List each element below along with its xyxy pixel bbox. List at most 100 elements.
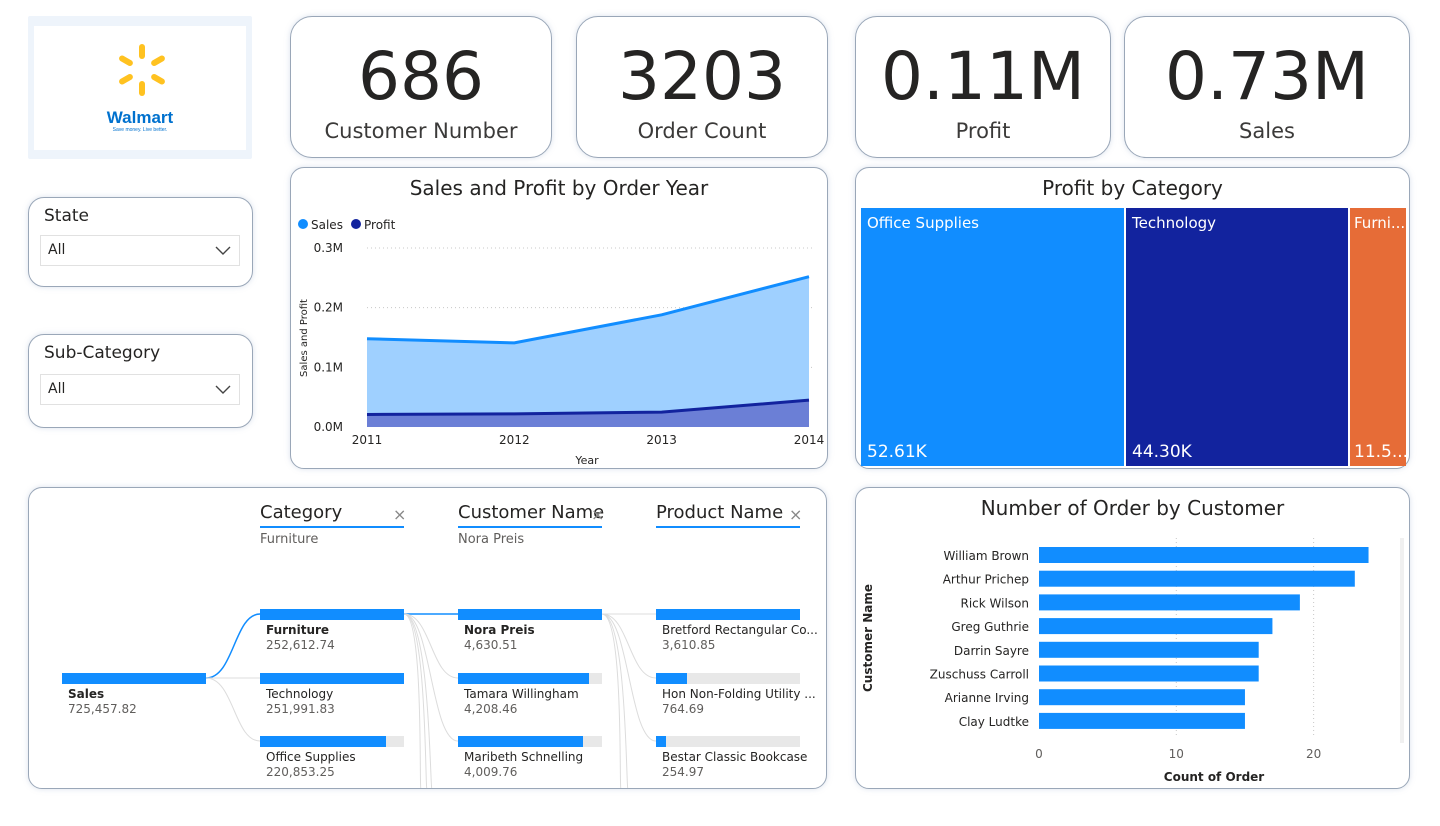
- x-tick-label: 2014: [794, 433, 825, 447]
- y-tick-label: 0.1M: [314, 360, 343, 374]
- legend-sales: Sales: [311, 218, 343, 232]
- category-node-value: 251,991.83: [266, 702, 335, 716]
- dropdown-value: All: [48, 242, 66, 258]
- kpi-label: Order Count: [637, 119, 767, 143]
- customer-node-bar: [458, 609, 602, 620]
- bar[interactable]: [1039, 712, 1245, 729]
- category-label: Zuschuss Carroll: [930, 668, 1029, 682]
- customer-node-bar: [458, 736, 583, 747]
- scrollbar[interactable]: [1400, 538, 1404, 743]
- kpi-label: Customer Number: [324, 119, 518, 143]
- state-dropdown[interactable]: All: [40, 235, 240, 266]
- legend-profit-marker: [351, 219, 361, 229]
- kpi-label: Sales: [1239, 119, 1295, 143]
- y-tick-label: 0.2M: [314, 301, 343, 315]
- x-axis-title: Year: [574, 454, 599, 467]
- kpi-value: 3203: [618, 38, 786, 115]
- slicer-title: Sub-Category: [44, 343, 161, 363]
- sales-profit-area-chart: Sales and Profit by Order Year Sales Pro…: [290, 167, 828, 469]
- category-label: Clay Ludtke: [959, 715, 1029, 729]
- product-node-name: Hon Non-Folding Utility ...: [662, 687, 816, 701]
- orders-by-customer-chart: Number of Order by Customer Customer Nam…: [855, 487, 1410, 789]
- bar[interactable]: [1039, 665, 1259, 682]
- logo-brand: Walmart: [106, 108, 174, 127]
- treemap-tile-office-supplies[interactable]: Office Supplies 52.61K: [861, 208, 1124, 466]
- chart-title: Profit by Category: [1042, 176, 1223, 200]
- tile-label: Office Supplies: [867, 214, 980, 232]
- kpi-value: 0.73M: [1165, 38, 1369, 115]
- customer-node-value: 4,208.46: [464, 702, 518, 716]
- category-label: Arianne Irving: [945, 691, 1029, 705]
- tile-value: 52.61K: [867, 442, 927, 462]
- bar[interactable]: [1039, 641, 1259, 658]
- tile-value: 11.5...: [1354, 442, 1409, 462]
- customer-node-bar: [458, 673, 589, 684]
- kpi-order-count: 3203 Order Count: [576, 16, 828, 158]
- area-chart-plot[interactable]: Sales Profit Sales and Profit Year 0.3M 0…: [291, 168, 827, 468]
- y-axis-title: Customer Name: [861, 584, 875, 692]
- state-slicer: State All: [28, 197, 253, 287]
- category-node-name: Office Supplies: [266, 750, 356, 764]
- customer-node-name: Tamara Willingham: [464, 687, 579, 701]
- customer-node-value: 4,630.51: [464, 638, 518, 652]
- tile-label: Furni...: [1354, 214, 1406, 232]
- category-label: Greg Guthrie: [951, 620, 1029, 634]
- kpi-value: 0.11M: [881, 38, 1085, 115]
- legend-profit: Profit: [364, 218, 396, 232]
- product-node-value: 254.97: [662, 765, 704, 779]
- bar[interactable]: [1039, 618, 1273, 635]
- x-axis-title: Count of Order: [1164, 770, 1265, 784]
- legend-sales-marker: [298, 219, 308, 229]
- bar-chart-plot[interactable]: Customer Name Count of Order 0 10 20 Willia…: [856, 488, 1409, 788]
- category-label: Rick Wilson: [960, 596, 1029, 610]
- product-node-bar: [656, 673, 687, 684]
- x-tick-label: 20: [1306, 747, 1321, 761]
- logo-panel: Walmart Save money. Live better.: [28, 16, 252, 159]
- y-axis-title: Sales and Profit: [299, 299, 310, 377]
- treemap-tile-technology[interactable]: Technology 44.30K: [1126, 208, 1348, 466]
- category-node-bar: [260, 609, 404, 620]
- tile-value: 44.30K: [1132, 442, 1192, 462]
- root-bar[interactable]: [62, 673, 206, 684]
- sub-category-dropdown[interactable]: All: [40, 374, 240, 405]
- x-tick-label: 2013: [646, 433, 677, 447]
- category-label: Darrin Sayre: [954, 644, 1029, 658]
- x-tick-label: 0: [1035, 747, 1043, 761]
- chevron-down-icon: [215, 246, 231, 255]
- category-label: William Brown: [944, 549, 1029, 563]
- tile-label: Technology: [1132, 214, 1217, 232]
- chevron-down-icon: [215, 385, 231, 394]
- product-node-bar: [656, 609, 800, 620]
- product-node-name: Bretford Rectangular Co...: [662, 623, 818, 637]
- decomposition-tree: Category × Furniture Customer Name × Nor…: [28, 487, 827, 789]
- slicer-title: State: [44, 206, 89, 226]
- product-node-value: 764.69: [662, 702, 704, 716]
- kpi-sales: 0.73M Sales: [1124, 16, 1410, 158]
- category-node-bar: [260, 673, 404, 684]
- customer-node-name: Maribeth Schnelling: [464, 750, 584, 764]
- category-label: Arthur Prichep: [943, 573, 1029, 587]
- product-node-bar: [656, 736, 667, 747]
- treemap-tile-furniture[interactable]: Furni... 11.5...: [1350, 208, 1409, 466]
- bar[interactable]: [1039, 547, 1369, 563]
- category-node-name: Technology: [266, 687, 334, 701]
- x-tick-label: 10: [1169, 747, 1184, 761]
- product-node-bar-track[interactable]: [656, 736, 800, 747]
- kpi-customer-number: 686 Customer Number: [290, 16, 552, 158]
- customer-node-value: 4,009.76: [464, 765, 518, 779]
- y-tick-label: 0.3M: [314, 241, 343, 255]
- category-node-value: 220,853.25: [266, 765, 335, 779]
- kpi-profit: 0.11M Profit: [855, 16, 1111, 158]
- category-node-name: Furniture: [266, 623, 330, 637]
- bar[interactable]: [1039, 689, 1245, 706]
- x-tick-label: 2012: [499, 433, 530, 447]
- category-node-bar: [260, 736, 386, 747]
- kpi-label: Profit: [955, 119, 1011, 143]
- product-node-value: 3,610.85: [662, 638, 716, 652]
- bar[interactable]: [1039, 594, 1300, 611]
- y-tick-label: 0.0M: [314, 420, 343, 434]
- sub-category-slicer: Sub-Category All: [28, 334, 253, 428]
- category-node-value: 252,612.74: [266, 638, 335, 652]
- customer-node-name: Nora Preis: [464, 623, 535, 637]
- bar[interactable]: [1039, 570, 1355, 587]
